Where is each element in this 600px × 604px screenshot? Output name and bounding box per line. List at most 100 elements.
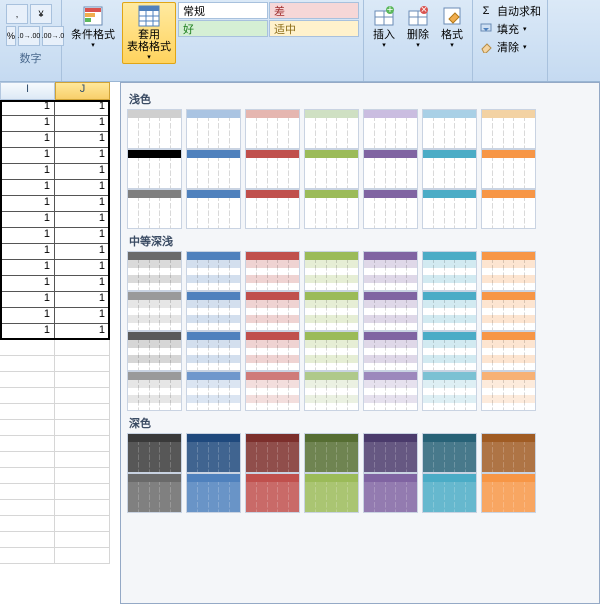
comma-style-button[interactable]: , [6, 4, 28, 24]
table-style-swatch[interactable] [481, 149, 536, 189]
worksheet-grid[interactable]: I J 111111111111111111111111111111 [0, 82, 120, 564]
clear-button[interactable]: 清除 ▾ [479, 38, 541, 56]
format-cells-button[interactable]: 格式 ▾ [436, 2, 468, 52]
cell[interactable] [0, 340, 55, 356]
table-style-swatch[interactable] [422, 331, 477, 371]
cell[interactable] [55, 436, 110, 452]
style-normal[interactable]: 常规 [178, 2, 268, 19]
delete-cells-button[interactable]: × 删除 ▾ [402, 2, 434, 52]
table-style-swatch[interactable] [304, 251, 359, 291]
table-style-swatch[interactable] [127, 189, 182, 229]
table-style-swatch[interactable] [481, 251, 536, 291]
cell[interactable]: 1 [55, 260, 110, 276]
table-style-swatch[interactable] [481, 189, 536, 229]
cell[interactable] [0, 468, 55, 484]
table-style-swatch[interactable] [304, 433, 359, 473]
cell[interactable] [0, 356, 55, 372]
table-style-swatch[interactable] [304, 291, 359, 331]
table-style-swatch[interactable] [127, 371, 182, 411]
autosum-button[interactable]: Σ 自动求和 [479, 2, 541, 20]
cell[interactable]: 1 [55, 308, 110, 324]
table-style-swatch[interactable] [186, 109, 241, 149]
cell[interactable]: 1 [55, 196, 110, 212]
table-style-swatch[interactable] [481, 473, 536, 513]
cell[interactable]: 1 [55, 148, 110, 164]
cell[interactable] [0, 404, 55, 420]
table-style-swatch[interactable] [363, 371, 418, 411]
cell[interactable] [55, 500, 110, 516]
table-style-swatch[interactable] [245, 291, 300, 331]
cell[interactable] [0, 452, 55, 468]
table-style-swatch[interactable] [186, 433, 241, 473]
cell[interactable]: 1 [0, 212, 55, 228]
table-style-swatch[interactable] [422, 149, 477, 189]
table-style-swatch[interactable] [245, 149, 300, 189]
table-style-swatch[interactable] [481, 331, 536, 371]
cell[interactable]: 1 [55, 164, 110, 180]
table-style-swatch[interactable] [363, 251, 418, 291]
table-style-swatch[interactable] [127, 149, 182, 189]
style-neutral[interactable]: 适中 [269, 20, 359, 37]
table-style-swatch[interactable] [186, 291, 241, 331]
table-style-swatch[interactable] [186, 149, 241, 189]
table-style-swatch[interactable] [304, 189, 359, 229]
table-style-swatch[interactable] [422, 109, 477, 149]
cell[interactable]: 1 [55, 212, 110, 228]
cell[interactable]: 1 [55, 100, 110, 116]
table-style-swatch[interactable] [304, 331, 359, 371]
table-style-swatch[interactable] [245, 331, 300, 371]
table-style-swatch[interactable] [422, 291, 477, 331]
cell[interactable] [55, 404, 110, 420]
format-as-table-button[interactable]: 套用 表格格式 ▾ [122, 2, 176, 64]
percent-style-button[interactable]: % [6, 26, 16, 46]
cell[interactable] [0, 500, 55, 516]
table-style-swatch[interactable] [245, 433, 300, 473]
cell[interactable] [55, 356, 110, 372]
style-bad[interactable]: 差 [269, 2, 359, 19]
cell[interactable]: 1 [0, 292, 55, 308]
cell[interactable]: 1 [55, 228, 110, 244]
table-style-swatch[interactable] [363, 189, 418, 229]
table-style-swatch[interactable] [363, 331, 418, 371]
cell[interactable] [55, 388, 110, 404]
cell[interactable]: 1 [55, 324, 110, 340]
cell[interactable] [55, 484, 110, 500]
table-style-swatch[interactable] [245, 189, 300, 229]
table-style-swatch[interactable] [481, 433, 536, 473]
cell[interactable] [55, 420, 110, 436]
cell[interactable] [0, 372, 55, 388]
cell[interactable]: 1 [0, 100, 55, 116]
cell[interactable]: 1 [0, 276, 55, 292]
table-style-swatch[interactable] [363, 149, 418, 189]
table-style-swatch[interactable] [422, 371, 477, 411]
table-style-swatch[interactable] [186, 251, 241, 291]
table-style-swatch[interactable] [245, 371, 300, 411]
cell[interactable] [55, 468, 110, 484]
cell[interactable] [0, 484, 55, 500]
col-I[interactable]: I [0, 82, 55, 100]
cell[interactable]: 1 [55, 276, 110, 292]
table-style-swatch[interactable] [422, 251, 477, 291]
cell[interactable] [55, 548, 110, 564]
cell[interactable]: 1 [0, 324, 55, 340]
cell[interactable] [55, 516, 110, 532]
cell[interactable] [0, 420, 55, 436]
table-style-swatch[interactable] [127, 291, 182, 331]
cell[interactable]: 1 [55, 132, 110, 148]
cell[interactable]: 1 [0, 164, 55, 180]
cell[interactable]: 1 [0, 260, 55, 276]
table-style-swatch[interactable] [422, 473, 477, 513]
table-style-swatch[interactable] [481, 109, 536, 149]
cell[interactable] [0, 548, 55, 564]
cell[interactable] [55, 340, 110, 356]
table-style-swatch[interactable] [304, 149, 359, 189]
cell[interactable] [0, 436, 55, 452]
table-style-swatch[interactable] [363, 473, 418, 513]
cell[interactable]: 1 [0, 196, 55, 212]
cell[interactable] [55, 372, 110, 388]
style-good[interactable]: 好 [178, 20, 268, 37]
table-style-swatch[interactable] [422, 433, 477, 473]
table-style-swatch[interactable] [245, 109, 300, 149]
cell[interactable]: 1 [0, 180, 55, 196]
table-style-swatch[interactable] [245, 251, 300, 291]
